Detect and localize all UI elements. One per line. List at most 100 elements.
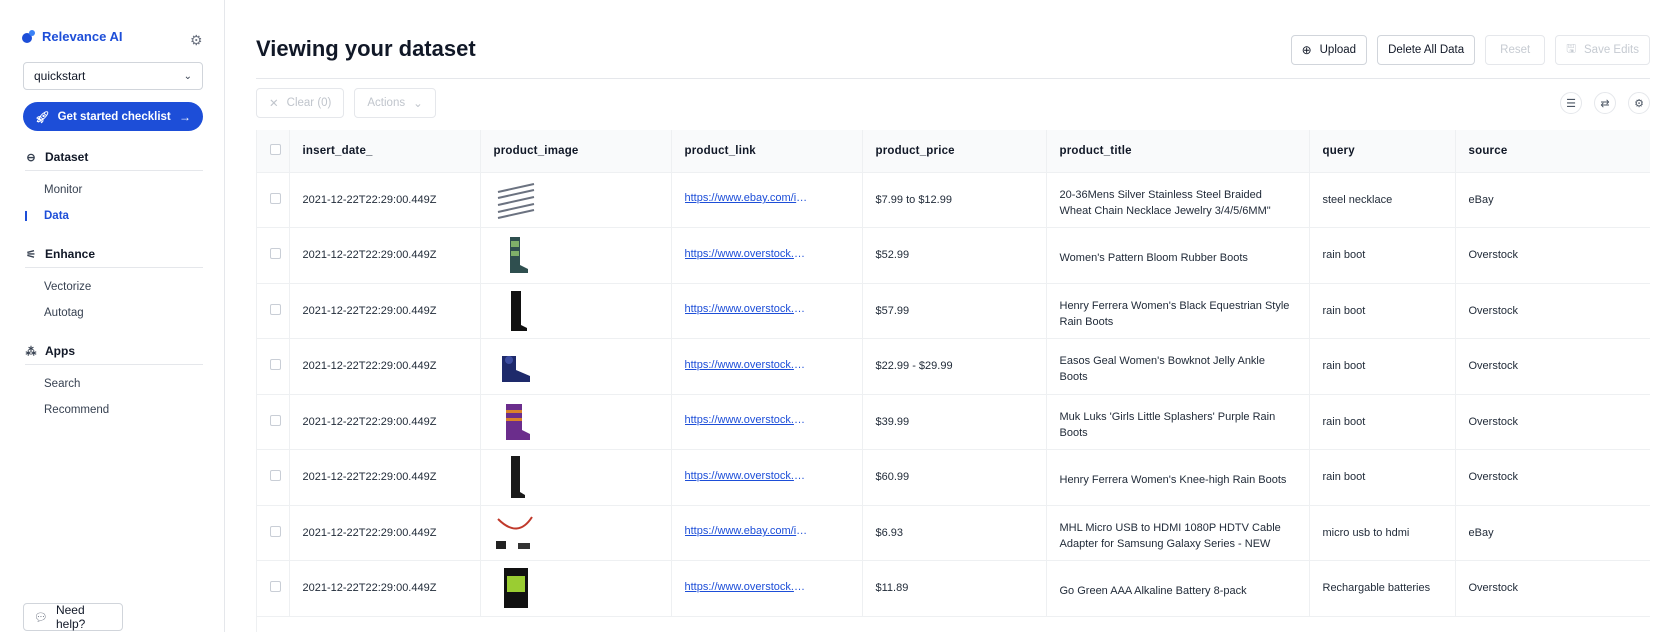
product-link[interactable]: https://www.overstock.com/...: [685, 303, 810, 315]
row-checkbox[interactable]: [270, 414, 281, 426]
cell-insert-date[interactable]: 2021-12-22T22:29:00.449Z: [289, 172, 481, 228]
cell-product-image[interactable]: [480, 449, 672, 506]
cell-product-link[interactable]: https://www.ebay.com/itm/...: [671, 172, 863, 228]
sidebar-item-data[interactable]: Data: [25, 203, 203, 229]
cell-query[interactable]: rain boot: [1309, 227, 1456, 284]
table-row[interactable]: 2021-12-22T22:29:00.449Z https://www.over…: [257, 227, 1650, 284]
cell-product-price[interactable]: $60.99: [862, 449, 1047, 506]
cell-query[interactable]: micro usb to hdmi: [1309, 505, 1456, 561]
cell-source[interactable]: eBay: [1455, 505, 1650, 561]
cell-source[interactable]: Overstock: [1455, 560, 1650, 617]
cell-product-title[interactable]: Easos Geal Women's Bowknot Jelly Ankle B…: [1046, 338, 1310, 395]
cell-product-price[interactable]: $52.99: [862, 227, 1047, 284]
sidebar-item-autotag[interactable]: Autotag: [25, 300, 203, 326]
clear-selection-button[interactable]: ✕ Clear (0): [256, 88, 345, 118]
table-row[interactable]: 2021-12-22T22:29:00.449Z https://www.over…: [257, 560, 1650, 617]
column-header[interactable]: product_image: [480, 130, 672, 173]
settings-gear-icon[interactable]: ⚙: [190, 33, 204, 47]
cell-query[interactable]: rain boot: [1309, 449, 1456, 506]
column-header[interactable]: product_link: [671, 130, 863, 173]
column-header[interactable]: query: [1309, 130, 1456, 173]
table-settings-gear-icon[interactable]: ⚙: [1628, 92, 1650, 114]
cell-source[interactable]: eBay: [1455, 172, 1650, 228]
swap-columns-icon[interactable]: ⇄: [1594, 92, 1616, 114]
row-checkbox[interactable]: [270, 525, 281, 537]
cell-product-title[interactable]: Muk Luks 'Girls Little Splashers' Purple…: [1046, 394, 1310, 450]
cell-product-image[interactable]: [480, 283, 672, 339]
product-link[interactable]: https://www.ebay.com/itm/...: [685, 192, 810, 204]
sidebar-item-search[interactable]: Search: [25, 371, 203, 397]
cell-source[interactable]: Overstock: [1455, 227, 1650, 284]
cell-product-title[interactable]: Go Green AAA Alkaline Battery 8-pack: [1046, 560, 1310, 617]
row-checkbox[interactable]: [270, 303, 281, 315]
cell-product-image[interactable]: [480, 560, 672, 617]
cell-insert-date[interactable]: 2021-12-22T22:29:00.449Z: [289, 227, 481, 284]
product-link[interactable]: https://www.overstock.com/...: [685, 248, 810, 260]
cell-product-image[interactable]: [480, 394, 672, 450]
sidebar-item-recommend[interactable]: Recommend: [25, 397, 203, 423]
cell-product-price[interactable]: $11.89: [862, 560, 1047, 617]
cell-insert-date[interactable]: 2021-12-22T22:29:00.449Z: [289, 338, 481, 395]
brand[interactable]: Relevance AI: [22, 29, 122, 44]
cell-product-title[interactable]: Women's Pattern Bloom Rubber Boots: [1046, 227, 1310, 284]
need-help-button[interactable]: 💬︎ Need help?: [23, 603, 123, 631]
cell-product-price[interactable]: $22.99 - $29.99: [862, 338, 1047, 395]
cell-insert-date[interactable]: 2021-12-22T22:29:00.449Z: [289, 394, 481, 450]
column-header[interactable]: source: [1455, 130, 1650, 173]
delete-all-data-button[interactable]: Delete All Data: [1377, 35, 1476, 65]
table-row[interactable]: 2021-12-22T22:29:00.449Z https://www.over…: [257, 394, 1650, 450]
column-header[interactable]: product_price: [862, 130, 1047, 173]
cell-insert-date[interactable]: 2021-12-22T22:29:00.449Z: [289, 449, 481, 506]
cell-product-image[interactable]: [480, 505, 672, 561]
product-link[interactable]: https://www.overstock.com/...: [685, 581, 810, 593]
cell-product-link[interactable]: https://www.overstock.com/...: [671, 449, 863, 506]
table-row[interactable]: 2021-12-22T22:29:00.449Z https://www.over…: [257, 449, 1650, 506]
table-row[interactable]: 2021-12-22T22:29:00.449Z https://www.over…: [257, 283, 1650, 339]
save-edits-button[interactable]: 🖫︎ Save Edits: [1555, 35, 1650, 65]
column-header[interactable]: insert_date_: [289, 130, 481, 173]
row-checkbox[interactable]: [270, 248, 281, 260]
cell-product-title[interactable]: Henry Ferrera Women's Knee-high Rain Boo…: [1046, 449, 1310, 506]
cell-product-price[interactable]: $39.99: [862, 394, 1047, 450]
get-started-checklist-button[interactable]: 🚀︎ Get started checklist →: [23, 102, 203, 131]
actions-dropdown[interactable]: Actions ⌄: [354, 88, 436, 118]
cell-product-image[interactable]: [480, 338, 672, 395]
cell-insert-date[interactable]: 2021-12-22T22:29:00.449Z: [289, 283, 481, 339]
sidebar-item-vectorize[interactable]: Vectorize: [25, 274, 203, 300]
column-header[interactable]: product_title: [1046, 130, 1310, 173]
cell-product-link[interactable]: https://www.overstock.com/...: [671, 227, 863, 284]
cell-query[interactable]: rain boot: [1309, 338, 1456, 395]
cell-product-title[interactable]: MHL Micro USB to HDMI 1080P HDTV Cable A…: [1046, 505, 1310, 561]
cell-query[interactable]: steel necklace: [1309, 172, 1456, 228]
cell-product-link[interactable]: https://www.overstock.com/...: [671, 394, 863, 450]
cell-product-price[interactable]: $7.99 to $12.99: [862, 172, 1047, 228]
upload-button[interactable]: ⊕ Upload: [1290, 35, 1368, 65]
cell-product-price[interactable]: $6.93: [862, 505, 1047, 561]
row-checkbox[interactable]: [270, 470, 281, 482]
cell-product-link[interactable]: https://www.overstock.com/...: [671, 560, 863, 617]
cell-source[interactable]: Overstock: [1455, 394, 1650, 450]
table-row[interactable]: 2021-12-22T22:29:00.449Z https://www.over…: [257, 338, 1650, 395]
row-checkbox[interactable]: [270, 192, 281, 204]
cell-product-image[interactable]: [480, 227, 672, 284]
dataset-select[interactable]: quickstart ⌄: [23, 62, 203, 90]
cell-source[interactable]: Overstock: [1455, 283, 1650, 339]
product-link[interactable]: https://www.overstock.com/...: [685, 414, 810, 426]
reset-button[interactable]: Reset: [1485, 35, 1546, 65]
cell-product-image[interactable]: [480, 172, 672, 228]
cell-product-link[interactable]: https://www.overstock.com/...: [671, 338, 863, 395]
cell-query[interactable]: Rechargable batteries: [1309, 560, 1456, 617]
row-checkbox[interactable]: [270, 581, 281, 593]
cell-product-price[interactable]: $57.99: [862, 283, 1047, 339]
cell-product-link[interactable]: https://www.overstock.com/...: [671, 283, 863, 339]
cell-source[interactable]: Overstock: [1455, 449, 1650, 506]
select-all-checkbox[interactable]: [270, 143, 281, 155]
row-checkbox[interactable]: [270, 359, 281, 371]
cell-insert-date[interactable]: 2021-12-22T22:29:00.449Z: [289, 560, 481, 617]
product-link[interactable]: https://www.ebay.com/itm/...: [685, 525, 810, 537]
table-row[interactable]: 2021-12-22T22:29:00.449Z https://www.ebay…: [257, 505, 1650, 561]
cell-product-link[interactable]: https://www.ebay.com/itm/...: [671, 505, 863, 561]
cell-source[interactable]: Overstock: [1455, 338, 1650, 395]
product-link[interactable]: https://www.overstock.com/...: [685, 359, 810, 371]
cell-query[interactable]: rain boot: [1309, 394, 1456, 450]
